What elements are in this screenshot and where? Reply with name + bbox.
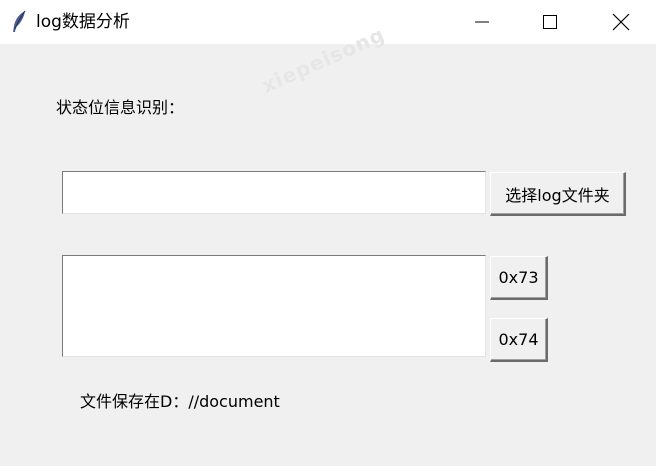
minimize-button[interactable] bbox=[447, 0, 517, 44]
0x73-button[interactable]: 0x73 bbox=[490, 256, 548, 300]
maximize-button[interactable] bbox=[515, 0, 585, 44]
status-info-label: 状态位信息识别： bbox=[56, 98, 185, 117]
app-window: log数据分析 xiepeisong 状态位信息识别： 选择log文件夹 0x7… bbox=[0, 0, 656, 466]
title-bar[interactable]: log数据分析 bbox=[0, 0, 656, 44]
result-textbox[interactable] bbox=[62, 255, 486, 357]
maximize-icon bbox=[542, 14, 558, 30]
window-title: log数据分析 bbox=[36, 12, 130, 32]
close-button[interactable] bbox=[586, 0, 656, 44]
close-icon bbox=[612, 13, 630, 31]
save-location-label: 文件保存在D：//document bbox=[80, 392, 280, 411]
folder-path-input[interactable] bbox=[62, 171, 486, 214]
minimize-icon bbox=[474, 14, 490, 30]
0x74-button[interactable]: 0x74 bbox=[490, 318, 548, 362]
feather-icon bbox=[10, 10, 28, 34]
select-log-folder-button[interactable]: 选择log文件夹 bbox=[490, 172, 626, 216]
